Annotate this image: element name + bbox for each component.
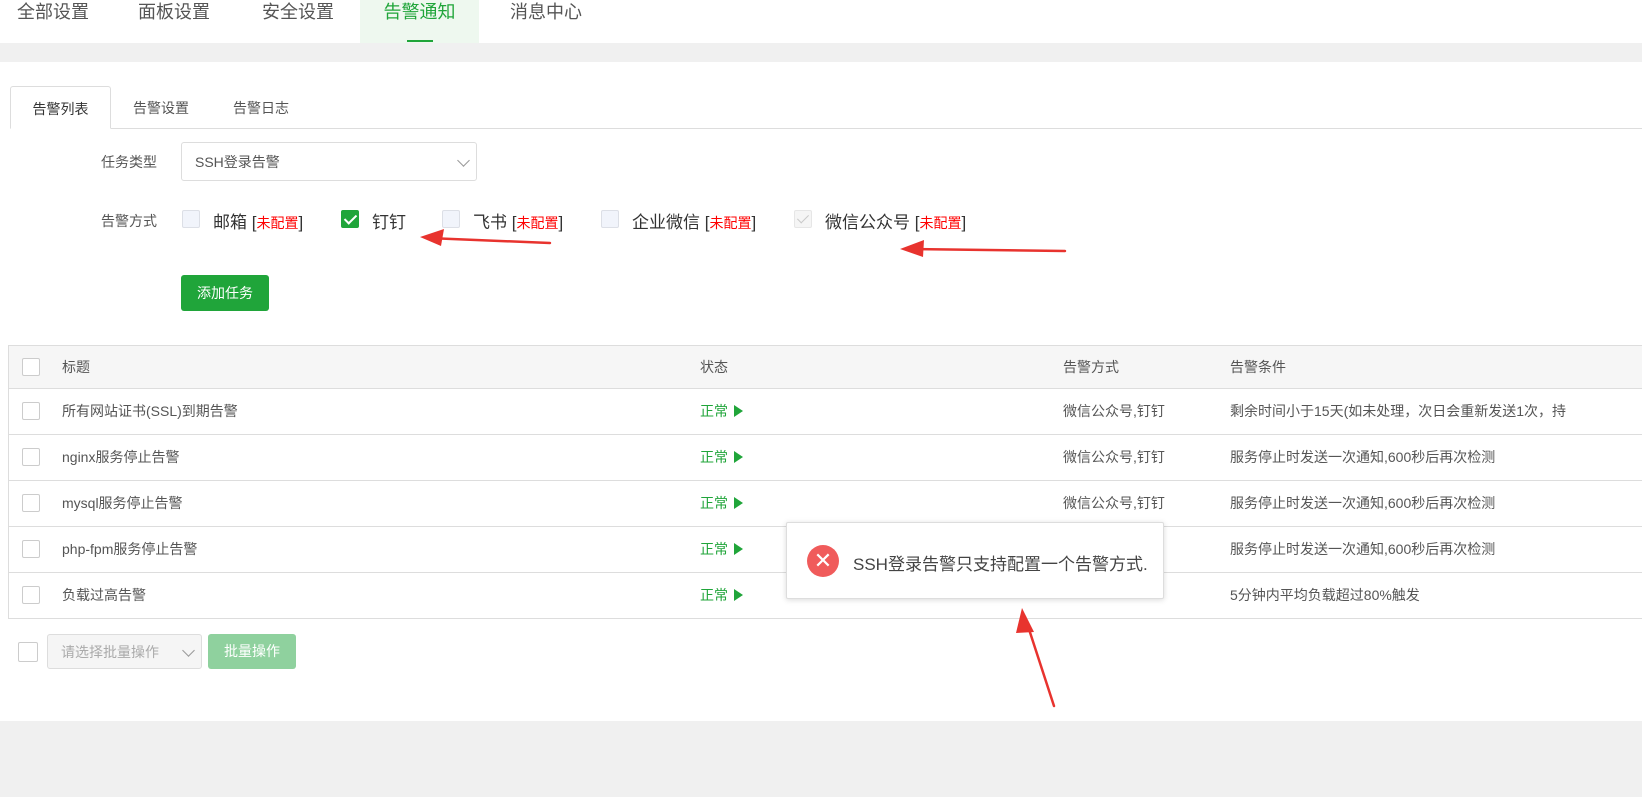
table-row: mysql服务停止告警 正常 微信公众号,钉钉 服务停止时发送一次通知,600秒… bbox=[9, 481, 1642, 527]
play-icon bbox=[734, 543, 743, 555]
sub-tabs: 告警列表 告警设置 告警日志 bbox=[10, 86, 1642, 129]
toast-message: SSH登录告警只支持配置一个告警方式. bbox=[853, 555, 1148, 574]
row-title: 负载过高告警 bbox=[62, 587, 146, 603]
tab-label: 全部设置 bbox=[17, 2, 89, 22]
not-configured-text[interactable]: 未配置 bbox=[709, 215, 751, 231]
task-type-value: SSH登录告警 bbox=[195, 154, 280, 170]
method-name: 飞书 bbox=[473, 213, 507, 232]
batch-select-checkbox[interactable] bbox=[18, 642, 38, 662]
not-configured-text[interactable]: 未配置 bbox=[516, 215, 558, 231]
tab-alert-notification[interactable]: 告警通知 bbox=[360, 0, 479, 43]
wecom-checkbox[interactable] bbox=[601, 210, 619, 228]
tab-message-center[interactable]: 消息中心 bbox=[510, 0, 582, 43]
row-method: 微信公众号,钉钉 bbox=[1063, 449, 1165, 465]
not-configured-text[interactable]: 未配置 bbox=[919, 215, 961, 231]
subtab-alert-list[interactable]: 告警列表 bbox=[10, 86, 111, 129]
row-title: nginx服务停止告警 bbox=[62, 449, 180, 465]
method-name: 微信公众号 bbox=[825, 213, 910, 232]
row-condition: 服务停止时发送一次通知,600秒后再次检测 bbox=[1230, 449, 1496, 465]
header-condition[interactable]: 告警条件 bbox=[1230, 346, 1286, 388]
chevron-down-icon bbox=[182, 644, 195, 657]
email-checkbox[interactable] bbox=[182, 210, 200, 228]
play-icon bbox=[734, 589, 743, 601]
row-condition: 服务停止时发送一次通知,600秒后再次检测 bbox=[1230, 495, 1496, 511]
batch-operation-select[interactable]: 请选择批量操作 bbox=[47, 634, 202, 669]
row-checkbox[interactable] bbox=[22, 494, 40, 512]
batch-select-placeholder: 请选择批量操作 bbox=[61, 644, 159, 660]
subtab-alert-log[interactable]: 告警日志 bbox=[211, 86, 311, 128]
batch-operation-button[interactable]: 批量操作 bbox=[208, 634, 296, 669]
play-icon bbox=[734, 497, 743, 509]
method-name: 企业微信 bbox=[632, 213, 700, 232]
feishu-option: 飞书 [未配置] bbox=[473, 213, 564, 232]
wechat-official-option: 微信公众号 [未配置] bbox=[825, 213, 967, 232]
email-option: 邮箱 [未配置] bbox=[213, 213, 304, 232]
status-toggle[interactable]: 正常 bbox=[700, 527, 743, 572]
error-close-icon: ✕ bbox=[807, 545, 839, 577]
chevron-down-icon bbox=[457, 154, 470, 167]
tab-label: 安全设置 bbox=[262, 2, 334, 22]
select-all-checkbox[interactable] bbox=[22, 358, 40, 376]
subtab-alert-settings[interactable]: 告警设置 bbox=[111, 86, 211, 128]
tab-all-settings[interactable]: 全部设置 bbox=[17, 0, 89, 43]
row-checkbox[interactable] bbox=[22, 448, 40, 466]
row-method: 微信公众号,钉钉 bbox=[1063, 495, 1165, 511]
method-name: 邮箱 bbox=[213, 213, 247, 232]
task-type-select[interactable]: SSH登录告警 bbox=[181, 142, 477, 181]
header-method[interactable]: 告警方式 bbox=[1063, 346, 1119, 388]
wechat-official-checkbox[interactable] bbox=[794, 210, 812, 228]
status-text: 正常 bbox=[700, 587, 728, 603]
status-toggle[interactable]: 正常 bbox=[700, 573, 743, 618]
tab-security-settings[interactable]: 安全设置 bbox=[262, 0, 334, 43]
tab-label: 面板设置 bbox=[138, 2, 210, 22]
row-checkbox[interactable] bbox=[22, 402, 40, 420]
row-method: 微信公众号,钉钉 bbox=[1063, 403, 1165, 419]
method-name: 钉钉 bbox=[372, 213, 406, 232]
subtab-label: 告警列表 bbox=[32, 101, 89, 117]
alert-panel: 告警列表 告警设置 告警日志 任务类型 SSH登录告警 告警方式 邮箱 [未配置… bbox=[0, 62, 1642, 721]
status-text: 正常 bbox=[700, 449, 728, 465]
status-text: 正常 bbox=[700, 495, 728, 511]
subtab-label: 告警日志 bbox=[233, 100, 289, 116]
row-checkbox[interactable] bbox=[22, 540, 40, 558]
alert-method-label: 告警方式 bbox=[101, 213, 157, 229]
play-icon bbox=[734, 451, 743, 463]
play-icon bbox=[734, 405, 743, 417]
table-row: 所有网站证书(SSL)到期告警 正常 微信公众号,钉钉 剩余时间小于15天(如未… bbox=[9, 389, 1642, 435]
not-configured-text[interactable]: 未配置 bbox=[256, 215, 298, 231]
task-type-label: 任务类型 bbox=[101, 154, 157, 170]
row-condition: 服务停止时发送一次通知,600秒后再次检测 bbox=[1230, 541, 1496, 557]
status-text: 正常 bbox=[700, 541, 728, 557]
subtab-label: 告警设置 bbox=[133, 100, 189, 116]
top-nav: 全部设置 面板设置 安全设置 告警通知 消息中心 bbox=[0, 0, 1642, 43]
feishu-checkbox[interactable] bbox=[442, 210, 460, 228]
header-title[interactable]: 标题 bbox=[62, 346, 90, 388]
table-row: nginx服务停止告警 正常 微信公众号,钉钉 服务停止时发送一次通知,600秒… bbox=[9, 435, 1642, 481]
status-toggle[interactable]: 正常 bbox=[700, 435, 743, 480]
dingtalk-option: 钉钉 bbox=[372, 208, 406, 233]
add-task-button[interactable]: 添加任务 bbox=[181, 275, 269, 311]
status-toggle[interactable]: 正常 bbox=[700, 481, 743, 526]
status-text: 正常 bbox=[700, 403, 728, 419]
tab-label: 告警通知 bbox=[383, 2, 456, 22]
row-condition: 剩余时间小于15天(如未处理，次日会重新发送1次，持 bbox=[1230, 403, 1567, 419]
tab-label: 消息中心 bbox=[510, 2, 582, 22]
row-title: php-fpm服务停止告警 bbox=[62, 541, 198, 557]
row-checkbox[interactable] bbox=[22, 586, 40, 604]
row-title: mysql服务停止告警 bbox=[62, 495, 183, 511]
tab-panel-settings[interactable]: 面板设置 bbox=[138, 0, 210, 43]
dingtalk-checkbox[interactable] bbox=[341, 210, 359, 228]
error-toast: ✕ SSH登录告警只支持配置一个告警方式. bbox=[786, 522, 1164, 599]
row-title: 所有网站证书(SSL)到期告警 bbox=[62, 403, 238, 419]
wecom-option: 企业微信 [未配置] bbox=[632, 213, 757, 232]
row-condition: 5分钟内平均负载超过80%触发 bbox=[1230, 587, 1420, 603]
table-header: 标题 状态 告警方式 告警条件 bbox=[9, 346, 1642, 389]
header-status[interactable]: 状态 bbox=[700, 346, 728, 388]
status-toggle[interactable]: 正常 bbox=[700, 389, 743, 434]
